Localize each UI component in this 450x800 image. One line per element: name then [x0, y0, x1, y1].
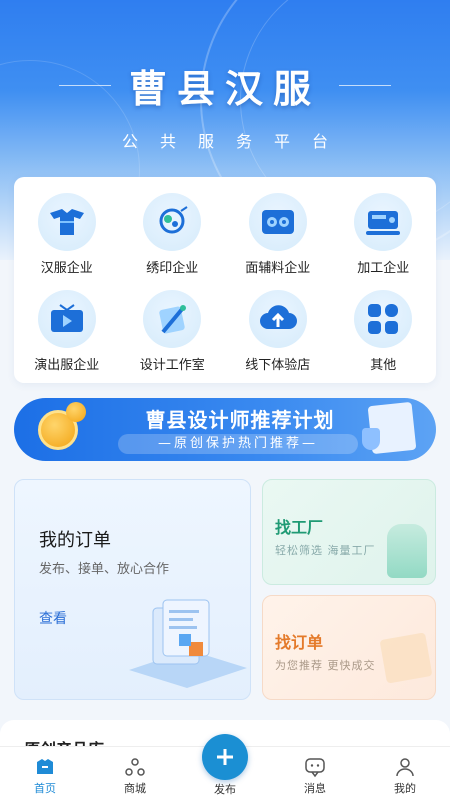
thread-spool-icon	[387, 524, 427, 578]
publish-button[interactable]	[202, 734, 248, 780]
plus-icon	[217, 749, 233, 765]
nav-label: 商城	[124, 782, 146, 795]
design-icon	[143, 290, 202, 348]
nav-label: 首页	[34, 782, 56, 795]
category-costume[interactable]: 演出服企业	[14, 290, 120, 373]
category-offline-store[interactable]: 线下体验店	[225, 290, 331, 373]
find-factory-card[interactable]: 找工厂 轻松筛选 海量工厂	[262, 479, 436, 585]
hanfu-icon	[37, 193, 96, 251]
fabric-icon	[248, 193, 307, 251]
factory-subtitle: 轻松筛选 海量工厂	[275, 544, 376, 557]
mall-icon	[125, 758, 145, 776]
tv-icon	[37, 290, 96, 348]
message-icon	[305, 758, 325, 778]
orders-title: 我的订单	[39, 530, 111, 551]
category-hanfu[interactable]: 汉服企业	[14, 193, 120, 276]
category-fabric[interactable]: 面辅料企业	[225, 193, 331, 276]
findorder-title: 找订单	[275, 633, 324, 652]
nav-messages[interactable]: 消息	[280, 756, 350, 796]
title-divider-left	[58, 85, 111, 86]
sewing-machine-icon	[354, 193, 413, 251]
factory-title: 找工厂	[275, 518, 324, 537]
category-label: 线下体验店	[245, 358, 311, 373]
orders-illustration	[129, 599, 247, 688]
certificate-icon	[379, 632, 433, 684]
orders-view-link[interactable]: 查看	[39, 608, 67, 628]
cloud-upload-icon	[248, 290, 307, 348]
title-divider-right	[339, 85, 391, 86]
shield-icon	[362, 428, 380, 450]
category-embroidery[interactable]: 绣印企业	[120, 193, 226, 276]
category-design-studio[interactable]: 设计工作室	[120, 290, 226, 373]
publish-label: 发布	[214, 783, 236, 796]
coin-icon	[66, 402, 86, 422]
orders-subtitle: 发布、接单、放心合作	[39, 562, 170, 577]
category-label: 其他	[370, 358, 397, 373]
embroidery-icon	[143, 193, 202, 251]
find-order-card[interactable]: 找订单 为您推荐 更快成交	[262, 595, 436, 700]
banner-title: 曹县设计师推荐计划	[145, 408, 335, 432]
my-orders-card[interactable]: 我的订单 发布、接单、放心合作 查看	[14, 479, 251, 700]
designer-program-banner[interactable]: 曹县设计师推荐计划 —原创保护热门推荐—	[14, 398, 436, 461]
nav-label: 我的	[394, 782, 416, 795]
nav-mine[interactable]: 我的	[370, 756, 440, 796]
category-card: 汉服企业 绣印企业 面辅料企业 加工企业 演出服企业 设计工作室 线下体验店 其…	[14, 177, 436, 383]
category-processing[interactable]: 加工企业	[331, 193, 437, 276]
category-label: 面辅料企业	[245, 261, 311, 276]
banner-subtitle: —原创保护热门推荐—	[118, 434, 358, 454]
category-label: 演出服企业	[34, 358, 100, 373]
title-row: 曹县汉服	[0, 58, 450, 113]
app-subtitle: 公共服务平台	[121, 132, 350, 151]
app-title: 曹县汉服	[128, 66, 321, 111]
findorder-subtitle: 为您推荐 更快成交	[275, 659, 376, 672]
nav-mall[interactable]: 商城	[100, 756, 170, 796]
home-icon	[37, 759, 53, 774]
category-label: 设计工作室	[139, 358, 205, 373]
category-grid: 汉服企业 绣印企业 面辅料企业 加工企业 演出服企业 设计工作室 线下体验店 其…	[14, 193, 436, 373]
nav-home[interactable]: 首页	[10, 756, 80, 796]
grid-icon	[354, 290, 413, 348]
category-label: 加工企业	[357, 261, 410, 276]
category-label: 汉服企业	[40, 261, 93, 276]
category-label: 绣印企业	[146, 261, 199, 276]
nav-label: 消息	[304, 782, 326, 795]
user-icon	[396, 758, 414, 777]
category-other[interactable]: 其他	[331, 290, 437, 373]
